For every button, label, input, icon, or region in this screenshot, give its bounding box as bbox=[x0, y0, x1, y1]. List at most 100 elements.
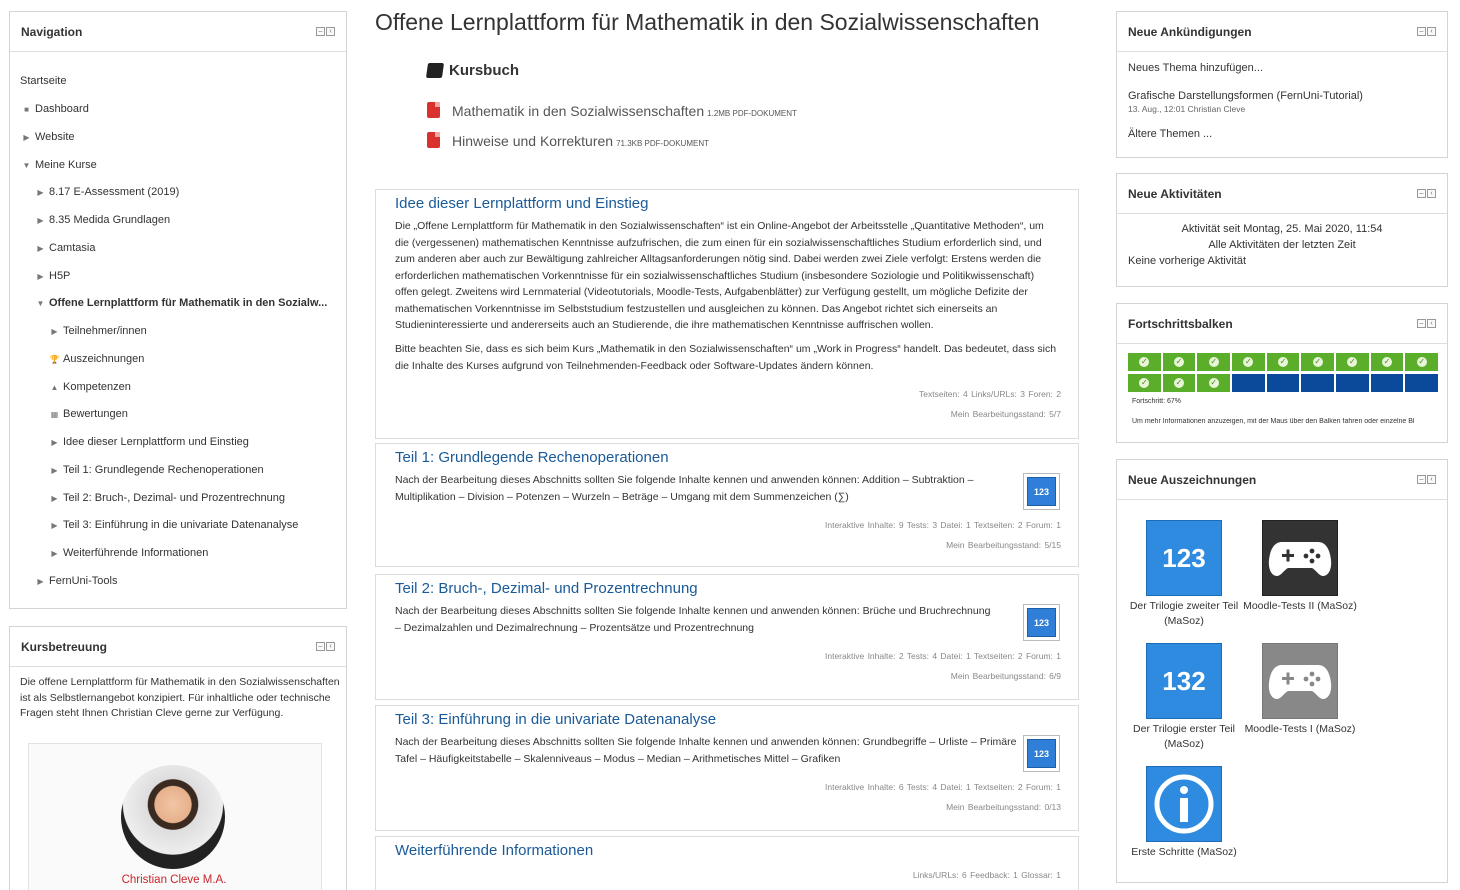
nav-item-section[interactable]: ▶ Teil 2: Bruch-, Dezimal- und Prozentrec… bbox=[48, 490, 285, 506]
all-activities-link[interactable]: Alle Aktivitäten der letzten Zeit bbox=[1117, 239, 1447, 251]
progress-bar[interactable]: ✓ ✓ ✓ bbox=[1128, 374, 1439, 392]
kursbetreuung-header: Kursbetreuung – ‹ bbox=[10, 627, 346, 667]
collapse-icon[interactable]: – bbox=[316, 27, 325, 36]
nav-item-section[interactable]: ▶ Weiterführende Informationen bbox=[48, 545, 208, 561]
section-title[interactable]: Idee dieser Lernplattform und Einstieg bbox=[395, 195, 648, 212]
collapse-icon[interactable]: – bbox=[1417, 189, 1426, 198]
progress-cell-incomplete[interactable] bbox=[1301, 374, 1335, 392]
nav-item-bewertungen[interactable]: ▦ Bewertungen bbox=[48, 406, 128, 422]
badge-label[interactable]: Der Trilogie erster Teil (MaSoz) bbox=[1124, 722, 1244, 752]
contact-name[interactable]: Christian Cleve M.A. bbox=[28, 874, 320, 886]
collapse-icon[interactable]: – bbox=[1417, 319, 1426, 328]
progress-cell-incomplete[interactable] bbox=[1370, 374, 1404, 392]
file-link[interactable]: Hinweise und Korrekturen 71.3KB PDF-Dokum… bbox=[427, 130, 709, 149]
progress-cell-incomplete[interactable] bbox=[1405, 374, 1439, 392]
badge-label[interactable]: Der Trilogie zweiter Teil (MaSoz) bbox=[1124, 599, 1244, 629]
dock-icon[interactable]: ‹ bbox=[1427, 27, 1436, 36]
block-controls[interactable]: – ‹ bbox=[1417, 319, 1436, 328]
dice-icon[interactable]: 132 bbox=[1146, 643, 1222, 719]
section-activity-summary: Interaktive Inhalte: 9 Tests: 3 Datei: 1… bbox=[825, 520, 1061, 530]
progress-cell-complete[interactable]: ✓ bbox=[1197, 353, 1231, 371]
dock-icon[interactable]: ‹ bbox=[1427, 319, 1436, 328]
chevron-down-icon[interactable]: ▼ bbox=[20, 161, 33, 170]
collapse-icon[interactable]: – bbox=[316, 642, 325, 651]
dock-icon[interactable]: ‹ bbox=[326, 642, 335, 651]
nav-item-course[interactable]: ▶ Camtasia bbox=[34, 240, 95, 256]
progress-cell-complete[interactable]: ✓ bbox=[1370, 353, 1404, 371]
section-title[interactable]: Teil 2: Bruch-, Dezimal- und Prozentrech… bbox=[395, 580, 698, 597]
chevron-right-icon[interactable]: ▶ bbox=[48, 521, 61, 530]
nav-item-teilnehmer[interactable]: ▶ Teilnehmer/innen bbox=[48, 323, 146, 339]
chevron-down-icon[interactable]: ▼ bbox=[34, 299, 47, 308]
section-progress: Mein Bearbeitungsstand: 0/13 bbox=[946, 802, 1061, 812]
nav-item-auszeichnungen[interactable]: 🏆 Auszeichnungen bbox=[48, 351, 145, 367]
page-title: Offene Lernplattform für Mathematik in d… bbox=[375, 9, 1040, 35]
section-title[interactable]: Weiterführende Informationen bbox=[395, 842, 593, 859]
nav-item-website[interactable]: ▶ Website bbox=[20, 129, 74, 145]
chevron-right-icon[interactable]: ▶ bbox=[34, 244, 47, 253]
gamepad-icon[interactable] bbox=[1262, 520, 1338, 596]
collapse-icon[interactable]: – bbox=[1417, 475, 1426, 484]
dock-icon[interactable]: ‹ bbox=[326, 27, 335, 36]
nav-item-section[interactable]: ▶ Teil 1: Grundlegende Rechenoperationen bbox=[48, 462, 263, 478]
section-activity-summary: Textseiten: 4 Links/URLs: 3 Foren: 2 bbox=[918, 389, 1061, 399]
chevron-right-icon[interactable]: ▶ bbox=[34, 188, 47, 197]
progress-bar[interactable]: ✓ ✓ ✓ ✓ ✓ ✓ ✓ ✓ ✓ bbox=[1128, 353, 1439, 371]
chevron-right-icon[interactable]: ▶ bbox=[34, 577, 47, 586]
chevron-right-icon[interactable]: ▶ bbox=[48, 327, 61, 336]
progress-cell-complete[interactable]: ✓ bbox=[1162, 374, 1196, 392]
check-icon: ✓ bbox=[1347, 357, 1358, 367]
nav-item-startseite[interactable]: Startseite bbox=[20, 73, 66, 89]
block-controls[interactable]: – ‹ bbox=[316, 27, 335, 36]
dock-icon[interactable]: ‹ bbox=[1427, 189, 1436, 198]
nav-item-course[interactable]: ▶ H5P bbox=[34, 268, 70, 284]
nav-item-course[interactable]: ▶ 8.35 Medida Grundlagen bbox=[34, 212, 170, 228]
chevron-right-icon[interactable]: ▶ bbox=[48, 466, 61, 475]
progress-cell-complete[interactable]: ✓ bbox=[1405, 353, 1439, 371]
progress-cell-complete[interactable]: ✓ bbox=[1301, 353, 1335, 371]
progress-cell-complete[interactable]: ✓ bbox=[1232, 353, 1265, 371]
chevron-right-icon[interactable]: ▶ bbox=[34, 216, 47, 225]
older-topics-link[interactable]: Ältere Themen ... bbox=[1128, 128, 1212, 140]
nav-item-current-course[interactable]: ▼ Offene Lernplattform für Mathematik in … bbox=[34, 295, 328, 311]
progress-cell-incomplete[interactable] bbox=[1266, 374, 1300, 392]
info-icon[interactable] bbox=[1146, 766, 1222, 842]
block-controls[interactable]: – ‹ bbox=[1417, 475, 1436, 484]
chevron-right-icon[interactable]: ▶ bbox=[48, 494, 61, 503]
section-title[interactable]: Teil 1: Grundlegende Rechenoperationen bbox=[395, 449, 669, 466]
collapse-icon[interactable]: – bbox=[1417, 27, 1426, 36]
nav-item-course[interactable]: ▶ 8.17 E-Assessment (2019) bbox=[34, 184, 179, 200]
nav-item-dashboard[interactable]: ■ Dashboard bbox=[20, 101, 89, 117]
progress-cell-complete[interactable]: ✓ bbox=[1336, 353, 1369, 371]
section-title[interactable]: Teil 3: Einführung in die univariate Dat… bbox=[395, 711, 716, 728]
block-controls[interactable]: – ‹ bbox=[1417, 27, 1436, 36]
nav-item-meine-kurse[interactable]: ▼ Meine Kurse bbox=[20, 157, 97, 173]
announcement-title[interactable]: Grafische Darstellungsformen (FernUni-Tu… bbox=[1128, 90, 1363, 102]
file-link[interactable]: Mathematik in den Sozialwissenschaften 1.… bbox=[427, 100, 797, 119]
gamepad-icon[interactable] bbox=[1262, 643, 1338, 719]
dice-icon[interactable]: 123 bbox=[1146, 520, 1222, 596]
progress-cell-incomplete[interactable] bbox=[1336, 374, 1369, 392]
badge-label[interactable]: Moodle-Tests II (MaSoz) bbox=[1240, 599, 1360, 614]
chevron-right-icon[interactable]: ▶ bbox=[34, 272, 47, 281]
nav-item-section[interactable]: ▶ Idee dieser Lernplattform und Einstieg bbox=[48, 434, 248, 450]
chevron-right-icon[interactable]: ▶ bbox=[48, 549, 61, 558]
dock-icon[interactable]: ‹ bbox=[1427, 475, 1436, 484]
block-controls[interactable]: – ‹ bbox=[316, 642, 335, 651]
block-controls[interactable]: – ‹ bbox=[1417, 189, 1436, 198]
progress-cell-complete[interactable]: ✓ bbox=[1128, 353, 1161, 371]
nav-item-kompetenzen[interactable]: ▲ Kompetenzen bbox=[48, 379, 131, 395]
badge-label[interactable]: Erste Schritte (MaSoz) bbox=[1124, 845, 1244, 860]
progress-cell-incomplete[interactable] bbox=[1232, 374, 1265, 392]
progress-cell-complete[interactable]: ✓ bbox=[1266, 353, 1300, 371]
add-topic-link[interactable]: Neues Thema hinzufügen... bbox=[1128, 62, 1263, 74]
chevron-right-icon[interactable]: ▶ bbox=[20, 133, 33, 142]
section-progress: Mein Bearbeitungsstand: 5/15 bbox=[946, 540, 1061, 550]
progress-cell-complete[interactable]: ✓ bbox=[1197, 374, 1231, 392]
progress-cell-complete[interactable]: ✓ bbox=[1128, 374, 1161, 392]
chevron-right-icon[interactable]: ▶ bbox=[48, 438, 61, 447]
nav-item-section[interactable]: ▶ Teil 3: Einführung in die univariate Da… bbox=[48, 517, 298, 533]
progress-cell-complete[interactable]: ✓ bbox=[1162, 353, 1196, 371]
badge-label[interactable]: Moodle-Tests I (MaSoz) bbox=[1240, 722, 1360, 737]
nav-item-fernuni-tools[interactable]: ▶ FernUni-Tools bbox=[34, 573, 117, 589]
